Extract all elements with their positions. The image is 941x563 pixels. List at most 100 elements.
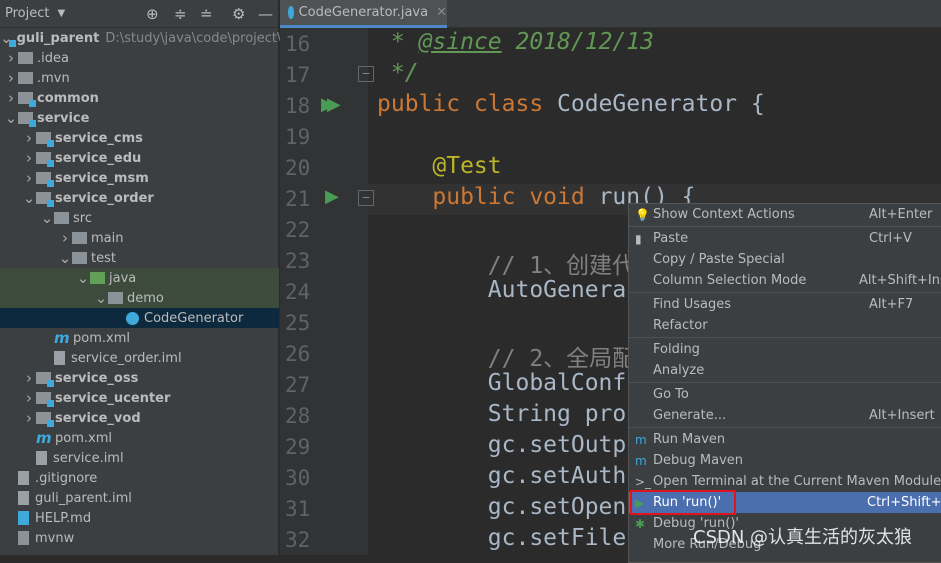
- tree-item[interactable]: ⌄ service: [0, 108, 279, 128]
- tree-item-label: service_ucenter: [55, 390, 171, 406]
- tree-item[interactable]: › service_oss: [0, 368, 279, 388]
- line-number: 18: [285, 94, 311, 118]
- code-line[interactable]: @Test: [377, 153, 501, 179]
- tree-item[interactable]: service.iml: [0, 448, 279, 468]
- menu-item[interactable]: m Run Maven: [629, 429, 941, 450]
- chevron-down-icon[interactable]: ▼: [57, 8, 65, 19]
- tree-item[interactable]: › main: [0, 228, 279, 248]
- tree-item[interactable]: › .mvn: [0, 68, 279, 88]
- chevron-right-icon[interactable]: ›: [22, 169, 36, 187]
- run-test-icon[interactable]: ▶: [325, 186, 339, 207]
- menu-item[interactable]: Find Usages Alt+F7: [629, 294, 941, 315]
- chevron-right-icon[interactable]: ›: [58, 229, 72, 247]
- code-line[interactable]: public class CodeGenerator {: [377, 91, 765, 117]
- tree-item[interactable]: › common: [0, 88, 279, 108]
- tab-codegenerator[interactable]: CodeGenerator.java ✕: [280, 0, 447, 28]
- menu-item[interactable]: Copy / Paste Special: [629, 249, 941, 270]
- menu-item[interactable]: Generate... Alt+Insert: [629, 405, 941, 426]
- code-line[interactable]: GlobalConf: [377, 370, 626, 396]
- folder-icon: [18, 72, 33, 84]
- tree-item-label: .mvn: [37, 70, 70, 86]
- tree-item[interactable]: ⌄ java: [0, 268, 279, 288]
- menu-item-shortcut: Alt+Insert: [869, 408, 935, 423]
- tree-item[interactable]: › service_msm: [0, 168, 279, 188]
- run-class-icon[interactable]: ▶▶: [321, 94, 340, 115]
- tree-item-label: .idea: [37, 50, 69, 66]
- code-line[interactable]: */: [377, 60, 419, 86]
- project-panel: Project ▼ ⊕ ≑ ≐ ⚙ — ⌄ guli_parent D:\study\…: [0, 0, 312, 555]
- folder-icon: [72, 232, 87, 244]
- tree-item[interactable]: service_order.iml: [0, 348, 279, 368]
- code-line[interactable]: gc.setFile: [377, 525, 626, 551]
- minimize-icon[interactable]: —: [258, 5, 273, 23]
- chevron-right-icon[interactable]: ›: [4, 69, 18, 87]
- chevron-right-icon[interactable]: ›: [4, 89, 18, 107]
- tree-item-label: service_msm: [55, 170, 149, 186]
- menu-item[interactable]: Folding: [629, 339, 941, 360]
- code-line[interactable]: String pro: [377, 401, 626, 427]
- fold-icon[interactable]: −: [358, 66, 374, 82]
- tree-item[interactable]: › service_cms: [0, 128, 279, 148]
- tree-item-label: guli_parent: [16, 30, 100, 46]
- maven-icon: m: [36, 429, 52, 447]
- menu-item[interactable]: Go To: [629, 384, 941, 405]
- close-tab-icon[interactable]: ✕: [436, 5, 447, 20]
- menu-item-shortcut: Alt+Shift+Insert: [859, 273, 941, 288]
- tree-item[interactable]: HELP.md: [0, 508, 279, 528]
- tree-item[interactable]: CodeGenerator: [0, 308, 279, 328]
- code-line[interactable]: // 1、创建代: [377, 246, 635, 280]
- chevron-down-icon[interactable]: ⌄: [58, 249, 72, 267]
- chevron-right-icon[interactable]: ›: [22, 369, 36, 387]
- tree-item-label: java: [109, 270, 137, 286]
- tree-item[interactable]: ⌄ demo: [0, 288, 279, 308]
- tree-item[interactable]: › .idea: [0, 48, 279, 68]
- tree-item[interactable]: .gitignore: [0, 468, 279, 488]
- chevron-right-icon[interactable]: ›: [22, 129, 36, 147]
- tree-item-label: pom.xml: [73, 330, 130, 346]
- fold-icon[interactable]: −: [358, 190, 374, 206]
- tree-item[interactable]: › service_ucenter: [0, 388, 279, 408]
- chevron-down-icon[interactable]: ⌄: [94, 289, 108, 307]
- collapse-all-icon[interactable]: ≐: [200, 5, 213, 23]
- menu-separator: [629, 292, 941, 293]
- project-view-selector[interactable]: Project: [5, 6, 49, 21]
- chevron-right-icon[interactable]: ›: [22, 409, 36, 427]
- chevron-down-icon[interactable]: ⌄: [40, 209, 54, 227]
- chevron-right-icon[interactable]: ›: [22, 149, 36, 167]
- code-line[interactable]: // 2、全局配: [377, 339, 635, 373]
- menu-item[interactable]: 💡 Show Context Actions Alt+Enter: [629, 204, 941, 225]
- tree-item[interactable]: m pom.xml: [0, 428, 279, 448]
- chevron-down-icon[interactable]: ⌄: [4, 109, 18, 127]
- chevron-right-icon[interactable]: ›: [22, 389, 36, 407]
- tree-item[interactable]: m pom.xml: [0, 328, 279, 348]
- tree-item[interactable]: ⌄ guli_parent D:\study\java\code\project\g…: [0, 28, 312, 48]
- code-line[interactable]: gc.setAuth: [377, 463, 626, 489]
- code-line[interactable]: AutoGenera: [377, 277, 626, 303]
- tree-item-label: service: [37, 110, 90, 126]
- expand-all-icon[interactable]: ≑: [174, 5, 187, 23]
- tree-item[interactable]: › service_vod: [0, 408, 279, 428]
- menu-item[interactable]: >_ Open Terminal at the Current Maven Mod…: [629, 471, 941, 492]
- chevron-down-icon[interactable]: ⌄: [22, 189, 36, 207]
- locate-icon[interactable]: ⊕: [146, 5, 159, 23]
- menu-item[interactable]: ▮ Paste Ctrl+V: [629, 228, 941, 249]
- menu-item[interactable]: Column Selection Mode Alt+Shift+Insert: [629, 270, 941, 291]
- menu-item[interactable]: Refactor: [629, 315, 941, 336]
- tree-item[interactable]: ⌄ test: [0, 248, 279, 268]
- code-line[interactable]: gc.setOutp: [377, 432, 626, 458]
- tree-item[interactable]: › service_edu: [0, 148, 279, 168]
- chevron-down-icon[interactable]: ⌄: [76, 269, 90, 287]
- code-line[interactable]: * @since 2018/12/13: [377, 29, 654, 55]
- menu-separator: [629, 226, 941, 227]
- chevron-right-icon[interactable]: ›: [4, 49, 18, 67]
- tree-item[interactable]: ⌄ service_order: [0, 188, 279, 208]
- tree-item[interactable]: mvnw: [0, 528, 279, 548]
- tree-item[interactable]: ⌄ src: [0, 208, 279, 228]
- clipboard-icon: ▮: [635, 231, 642, 246]
- menu-item[interactable]: Analyze: [629, 360, 941, 381]
- tree-item[interactable]: guli_parent.iml: [0, 488, 279, 508]
- menu-item-label: Find Usages: [653, 297, 732, 312]
- menu-item[interactable]: m Debug Maven: [629, 450, 941, 471]
- gear-icon[interactable]: ⚙: [232, 5, 245, 23]
- code-line[interactable]: gc.setOpen: [377, 494, 626, 520]
